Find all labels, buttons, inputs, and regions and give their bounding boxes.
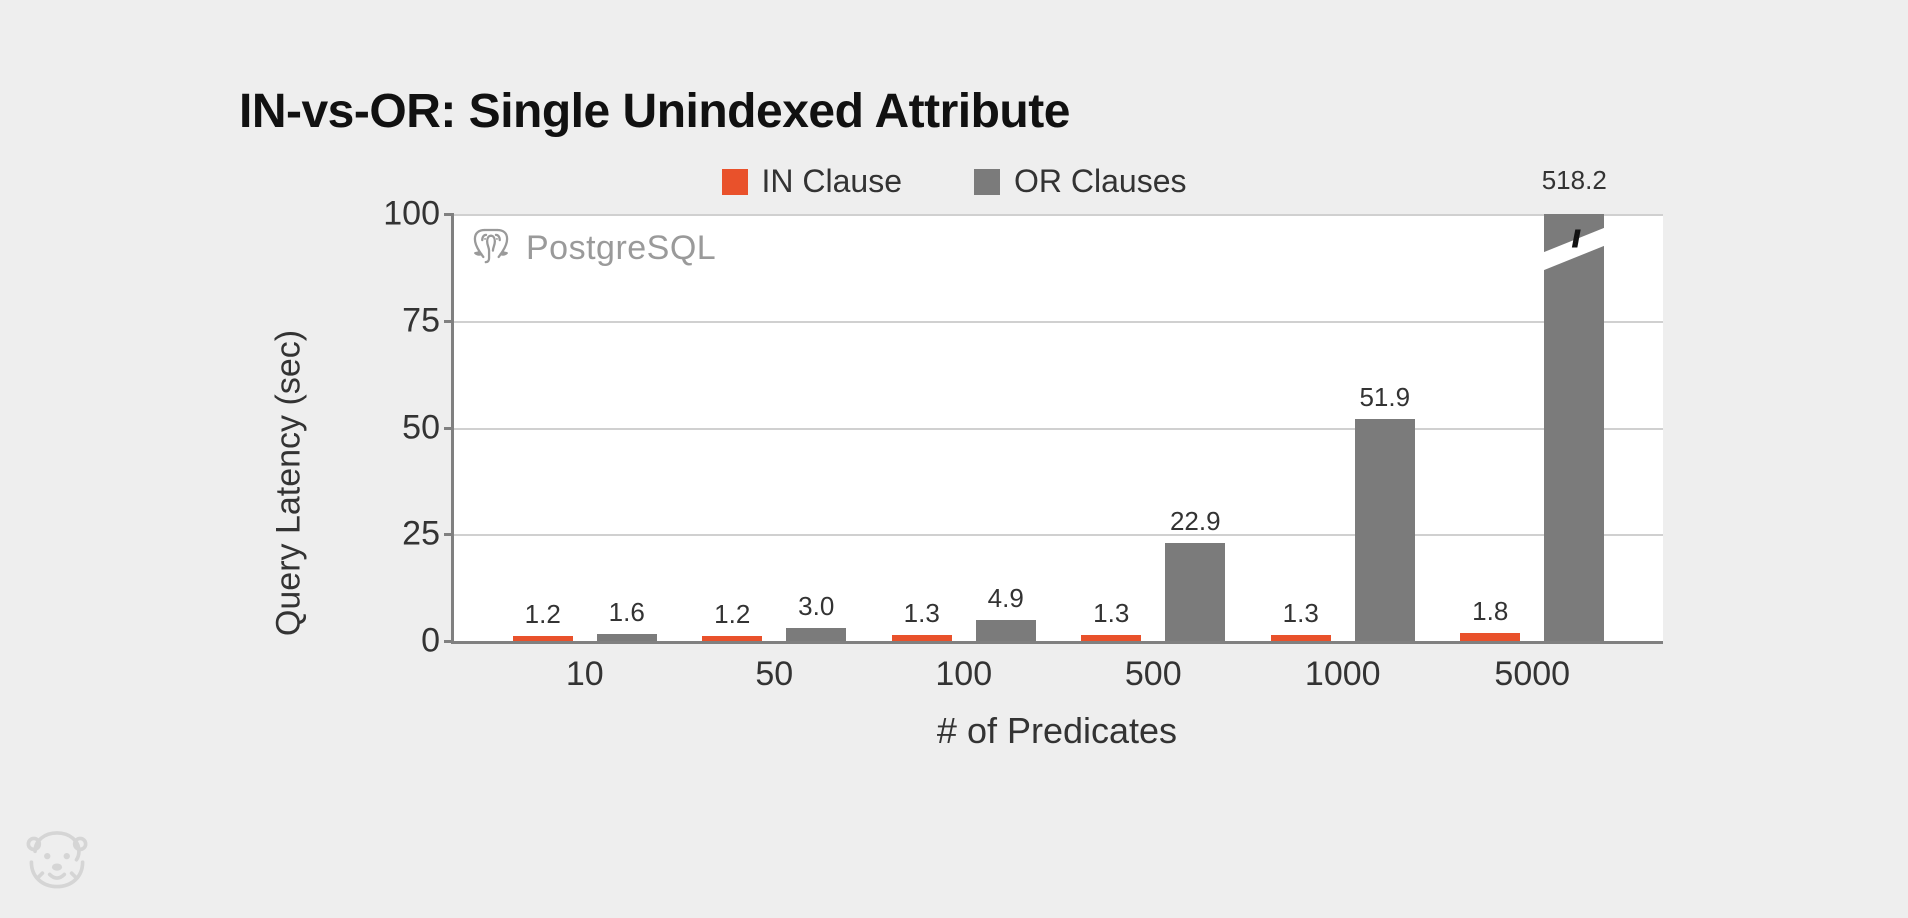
data-label: 4.9 (988, 583, 1024, 614)
x-tick-label: 1000 (1305, 655, 1381, 694)
bar-group: 1.3 51.9 (1263, 419, 1423, 641)
y-tick-label: 50 (402, 408, 440, 447)
bar-in: 1.8 (1460, 633, 1520, 641)
data-label: 1.8 (1472, 596, 1508, 627)
y-tick-mark (444, 320, 454, 323)
data-label: 22.9 (1170, 506, 1221, 537)
y-tick-mark (444, 640, 454, 643)
bar-or: 4.9 (976, 620, 1036, 641)
legend-label-or: OR Clauses (1014, 163, 1187, 200)
data-label: 1.3 (904, 598, 940, 629)
bar-group: 1.3 4.9 (884, 620, 1044, 641)
bar-group: 1.2 1.6 (505, 634, 665, 641)
postgresql-watermark-text: PostgreSQL (526, 229, 716, 268)
bar-or: 518.2// (1544, 214, 1604, 641)
bar-group: 1.8 518.2// (1452, 214, 1612, 641)
data-label: 3.0 (798, 591, 834, 622)
data-label: 1.6 (609, 597, 645, 628)
axis-break-icon: // (1572, 226, 1577, 254)
bar-group: 1.3 22.9 (1073, 543, 1233, 641)
legend-item-in: IN Clause (722, 163, 903, 200)
bar-in: 1.3 (892, 635, 952, 641)
bar-or: 22.9 (1165, 543, 1225, 641)
data-label: 1.2 (714, 599, 750, 630)
legend-label-in: IN Clause (762, 163, 903, 200)
data-label: 1.3 (1283, 598, 1319, 629)
bar-in: 1.2 (513, 636, 573, 641)
x-tick-label: 10 (566, 655, 604, 694)
bar-or: 3.0 (786, 628, 846, 641)
postgresql-icon (470, 226, 512, 270)
bar-in: 1.3 (1271, 635, 1331, 641)
y-tick-mark (444, 533, 454, 536)
y-tick-label: 100 (383, 195, 440, 234)
bar-or: 51.9 (1355, 419, 1415, 641)
postgresql-watermark: PostgreSQL (470, 226, 716, 270)
data-label: 1.2 (525, 599, 561, 630)
legend: IN Clause OR Clauses (239, 163, 1669, 200)
bar-in: 1.2 (702, 636, 762, 641)
legend-swatch-in (722, 169, 748, 195)
x-tick-label: 500 (1125, 655, 1182, 694)
x-tick-label: 100 (935, 655, 992, 694)
bar-group: 1.2 3.0 (694, 628, 854, 641)
bar-in: 1.3 (1081, 635, 1141, 641)
otter-watermark-icon (18, 822, 96, 900)
plot-area: PostgreSQL 02550751001.21.6101.23.0501.3… (451, 214, 1663, 644)
data-label: 51.9 (1359, 382, 1410, 413)
bar-or: 1.6 (597, 634, 657, 641)
y-tick-label: 75 (402, 301, 440, 340)
legend-swatch-or (974, 169, 1000, 195)
chart-title: IN-vs-OR: Single Unindexed Attribute (239, 84, 1669, 139)
x-axis-label: # of Predicates (451, 710, 1663, 752)
y-tick-label: 25 (402, 515, 440, 554)
x-tick-label: 50 (755, 655, 793, 694)
y-tick-label: 0 (421, 622, 440, 661)
y-axis-label: Query Latency (sec) (270, 330, 309, 636)
data-label: 1.3 (1093, 598, 1129, 629)
x-tick-label: 5000 (1494, 655, 1570, 694)
data-label: 518.2 (1542, 165, 1607, 196)
legend-item-or: OR Clauses (974, 163, 1187, 200)
y-tick-mark (444, 213, 454, 216)
y-tick-mark (444, 427, 454, 430)
